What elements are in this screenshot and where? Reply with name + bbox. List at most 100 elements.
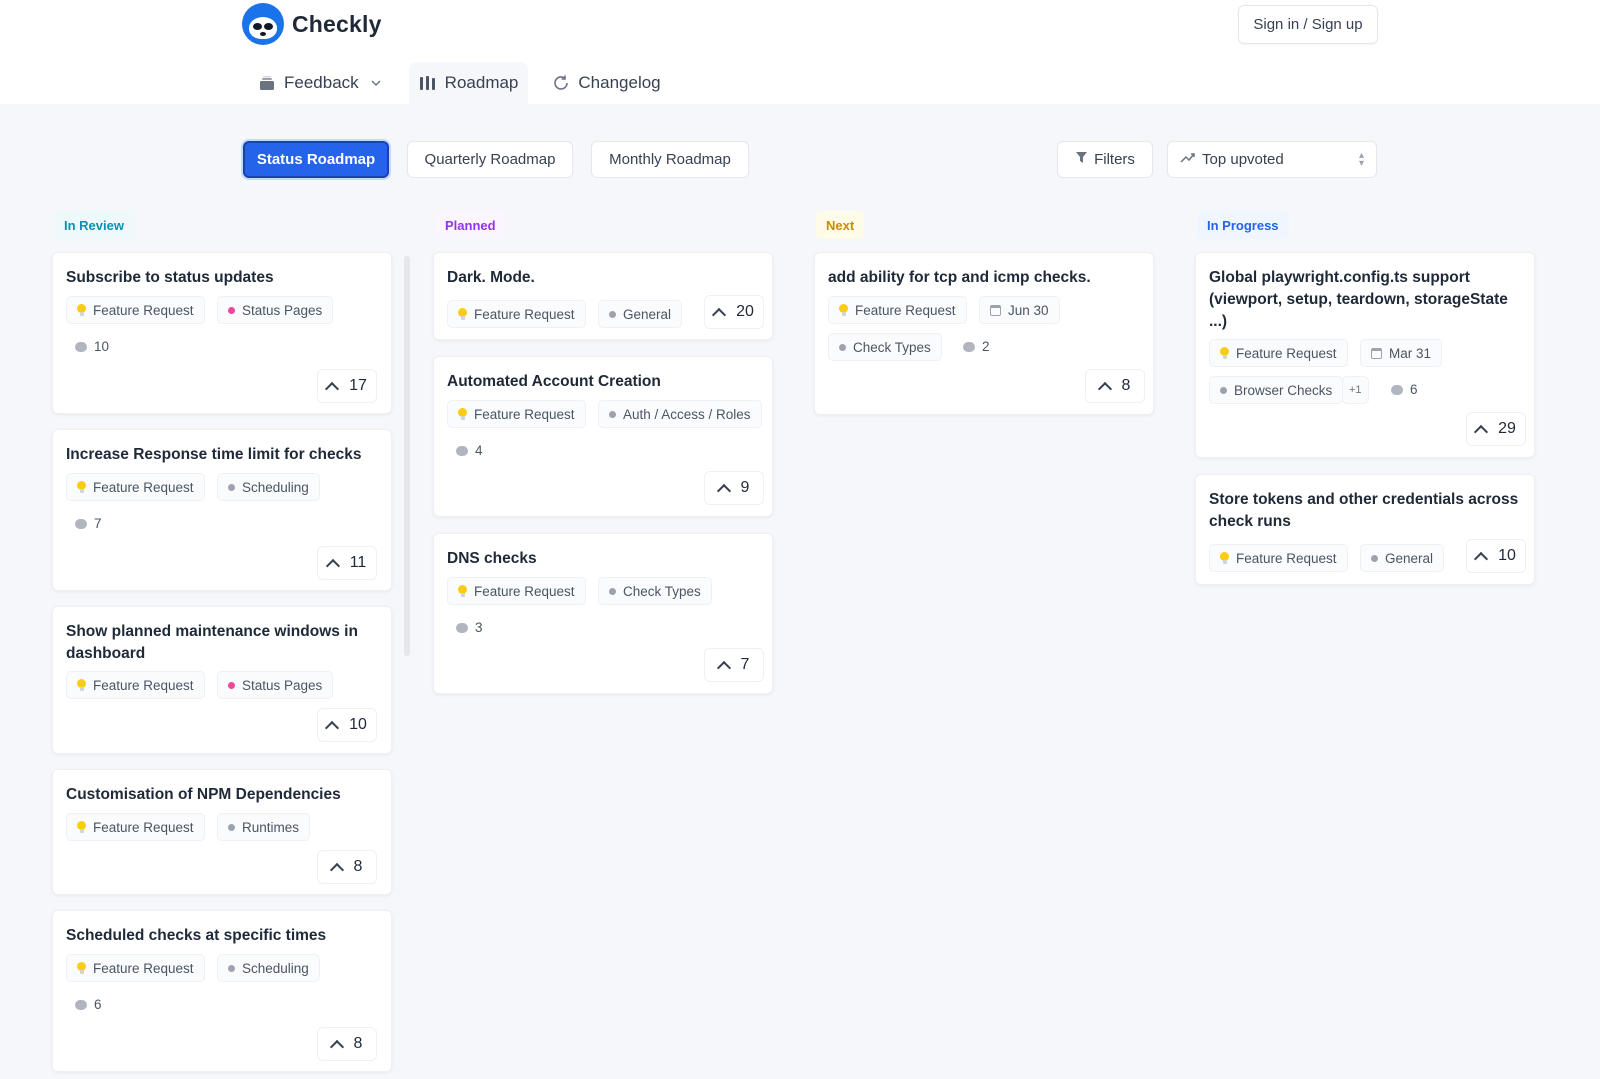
main-nav: Feedback Roadmap Changelog — [248, 62, 671, 104]
type-tag[interactable]: Feature Request — [66, 296, 205, 324]
upvote-button[interactable]: 8 — [1085, 369, 1145, 403]
vote-count: 10 — [349, 716, 367, 733]
category-tag[interactable]: Status Pages — [217, 671, 334, 699]
roadmap-card[interactable]: Customisation of NPM Dependencies Featur… — [52, 769, 392, 895]
roadmap-card[interactable]: Subscribe to status updates Feature Requ… — [52, 252, 392, 414]
type-tag[interactable]: Feature Request — [66, 473, 205, 501]
comment-icon — [75, 999, 87, 1010]
category-dot-icon — [228, 823, 235, 831]
comment-icon — [963, 341, 975, 352]
upvote-button[interactable]: 10 — [317, 708, 377, 742]
card-title: Dark. Mode. — [447, 269, 535, 286]
due-date-tag[interactable]: Jun 30 — [979, 296, 1060, 324]
column-in-progress: In Progress Global playwright.config.ts … — [1195, 211, 1535, 585]
card-title: Global playwright.config.ts support (vie… — [1209, 269, 1508, 330]
category-tag[interactable]: General — [598, 300, 683, 328]
status-roadmap-tab[interactable]: Status Roadmap — [243, 141, 389, 178]
comment-count: 7 — [75, 516, 102, 531]
category-tag[interactable]: Auth / Access / Roles — [598, 400, 762, 428]
app-logo[interactable]: Checkly — [242, 3, 382, 45]
card-title: Subscribe to status updates — [66, 269, 274, 286]
roadmap-card[interactable]: DNS checks Feature Request Check Types 3… — [433, 533, 773, 694]
sort-label: Top upvoted — [1202, 151, 1284, 168]
roadmap-card[interactable]: Scheduled checks at specific times Featu… — [52, 910, 392, 1072]
type-tag[interactable]: Feature Request — [447, 400, 586, 428]
chevron-up-icon — [1097, 381, 1112, 396]
comment-icon — [1391, 384, 1403, 395]
upvote-button[interactable]: 9 — [704, 471, 764, 505]
column-header-planned: Planned — [435, 211, 506, 239]
category-tag[interactable]: Status Pages — [217, 296, 334, 324]
upvote-button[interactable]: 7 — [704, 648, 764, 682]
column-next: Next add ability for tcp and icmp checks… — [814, 211, 1154, 415]
lightbulb-icon — [77, 821, 86, 833]
roadmap-card[interactable]: Dark. Mode. Feature Request General 20 — [433, 252, 773, 340]
more-categories-badge[interactable]: +1 — [1342, 376, 1369, 404]
roadmap-card[interactable]: Global playwright.config.ts support (vie… — [1195, 252, 1535, 458]
chevron-up-icon — [325, 720, 340, 735]
vote-count: 20 — [736, 303, 754, 320]
chevron-up-icon — [329, 1039, 344, 1054]
type-tag[interactable]: Feature Request — [447, 300, 586, 328]
roadmap-card[interactable]: add ability for tcp and icmp checks. Fea… — [814, 252, 1154, 415]
filter-icon — [1075, 151, 1088, 168]
chevron-up-icon — [329, 862, 344, 877]
type-tag[interactable]: Feature Request — [828, 296, 967, 324]
lightbulb-icon — [1220, 347, 1229, 359]
roadmap-card[interactable]: Store tokens and other credentials acros… — [1195, 474, 1535, 585]
upvote-button[interactable]: 8 — [317, 1027, 377, 1061]
column-scrollbar[interactable] — [404, 256, 410, 656]
comment-icon — [456, 445, 468, 456]
filters-button[interactable]: Filters — [1057, 141, 1153, 178]
category-tag[interactable]: Runtimes — [217, 813, 311, 841]
due-date-tag[interactable]: Mar 31 — [1360, 339, 1443, 367]
calendar-icon — [1371, 347, 1382, 359]
column-header-next: Next — [816, 211, 865, 239]
nav-feedback[interactable]: Feedback — [248, 62, 395, 104]
upvote-button[interactable]: 8 — [317, 850, 377, 884]
type-tag[interactable]: Feature Request — [66, 954, 205, 982]
upvote-button[interactable]: 10 — [1466, 539, 1526, 573]
vote-count: 9 — [740, 479, 750, 496]
category-dot-icon — [839, 343, 846, 351]
trending-up-icon — [1180, 151, 1196, 168]
roadmap-card[interactable]: Automated Account Creation Feature Reque… — [433, 356, 773, 517]
column-header-in-progress: In Progress — [1197, 211, 1289, 239]
lightbulb-icon — [77, 304, 86, 316]
chevron-up-icon — [1474, 424, 1489, 439]
category-tag[interactable]: Scheduling — [217, 954, 320, 982]
category-dot-icon — [228, 483, 235, 491]
upvote-button[interactable]: 11 — [317, 546, 377, 580]
sort-select[interactable]: Top upvoted ▴ ▾ — [1167, 141, 1377, 178]
lightbulb-icon — [458, 585, 467, 597]
vote-count: 8 — [353, 1035, 363, 1052]
type-tag[interactable]: Feature Request — [447, 577, 586, 605]
category-dot-icon — [609, 587, 616, 595]
column-planned: Planned Dark. Mode. Feature Request Gene… — [433, 211, 773, 694]
category-tag[interactable]: General — [1360, 544, 1445, 572]
quarterly-roadmap-tab[interactable]: Quarterly Roadmap — [407, 141, 573, 178]
category-tag[interactable]: Scheduling — [217, 473, 320, 501]
nav-changelog[interactable]: Changelog — [542, 62, 670, 104]
type-tag[interactable]: Feature Request — [66, 813, 205, 841]
roadmap-card[interactable]: Show planned maintenance windows in dash… — [52, 606, 392, 754]
sign-in-button[interactable]: Sign in / Sign up — [1238, 5, 1378, 44]
type-tag[interactable]: Feature Request — [66, 671, 205, 699]
category-dot-icon — [228, 306, 235, 314]
upvote-button[interactable]: 20 — [704, 295, 764, 329]
monthly-roadmap-tab[interactable]: Monthly Roadmap — [591, 141, 749, 178]
nav-roadmap-label: Roadmap — [444, 73, 519, 92]
roadmap-card[interactable]: Increase Response time limit for checks … — [52, 429, 392, 591]
comment-icon — [75, 341, 87, 352]
category-tag[interactable]: Browser Checks — [1209, 376, 1344, 404]
type-tag[interactable]: Feature Request — [1209, 544, 1348, 572]
category-tag[interactable]: Check Types — [598, 577, 712, 605]
nav-roadmap[interactable]: Roadmap — [408, 62, 529, 104]
category-tag[interactable]: Check Types — [828, 333, 942, 361]
upvote-button[interactable]: 17 — [317, 369, 377, 403]
comment-count: 3 — [456, 620, 483, 635]
card-title: Automated Account Creation — [447, 373, 661, 390]
upvote-button[interactable]: 29 — [1466, 412, 1526, 446]
vote-count: 8 — [353, 858, 363, 875]
type-tag[interactable]: Feature Request — [1209, 339, 1348, 367]
